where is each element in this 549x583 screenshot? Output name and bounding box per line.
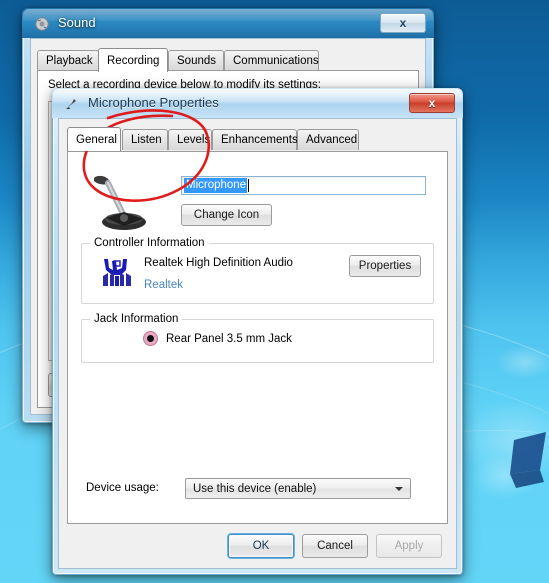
button-label: Apply <box>394 540 424 552</box>
jack-label: Rear Panel 3.5 mm Jack <box>166 332 292 345</box>
sound-tabstrip: Playback Recording Sounds Communications <box>37 48 425 72</box>
cancel-button[interactable]: Cancel <box>302 534 368 558</box>
tab-label: Sounds <box>177 55 217 67</box>
tab-recording[interactable]: Recording <box>98 48 168 72</box>
device-name-input[interactable]: Microphone <box>181 176 426 195</box>
controller-properties-button[interactable]: Properties <box>349 255 421 277</box>
tab-label: Listen <box>131 134 162 146</box>
tab-listen[interactable]: Listen <box>122 129 168 150</box>
controller-group-title: Controller Information <box>90 237 209 249</box>
ok-button[interactable]: OK <box>228 534 294 558</box>
tab-label: Enhancements <box>221 134 298 146</box>
jack-information-group: Jack Information Rear Panel 3.5 mm Jack <box>81 313 434 363</box>
tab-general[interactable]: General <box>67 127 121 151</box>
chevron-down-icon <box>395 487 403 491</box>
microphone-icon <box>66 99 76 109</box>
controller-name: Realtek High Definition Audio <box>144 257 293 269</box>
microphone-properties-dialog[interactable]: Microphone Properties x General Listen L… <box>52 88 463 575</box>
mic-dialog-frame: Microphone Properties x General Listen L… <box>52 88 463 575</box>
tab-playback[interactable]: Playback <box>37 50 99 71</box>
speaker-icon <box>35 17 49 31</box>
tab-communications[interactable]: Communications <box>224 50 319 71</box>
wallpaper-glow <box>495 345 549 379</box>
tab-levels[interactable]: Levels <box>168 129 212 150</box>
mic-tabstrip: General Listen Levels Enhancements Advan… <box>67 127 456 151</box>
close-icon: x <box>399 16 407 30</box>
mic-dialog-close-button[interactable]: x <box>409 93 455 113</box>
mic-dialog-client: General Listen Levels Enhancements Advan… <box>58 118 457 569</box>
sound-window-title: Sound <box>58 15 96 30</box>
mic-dialog-title: Microphone Properties <box>88 95 219 110</box>
device-usage-select[interactable]: Use this device (enable) <box>185 478 411 499</box>
wallpaper-glow <box>470 455 540 499</box>
button-label: Properties <box>358 260 412 272</box>
button-label: OK <box>252 540 270 552</box>
button-label: Change Icon <box>193 209 260 221</box>
realtek-logo-icon <box>103 259 131 286</box>
windows-flag-icon <box>510 432 546 488</box>
jack-row: Rear Panel 3.5 mm Jack <box>144 332 292 345</box>
device-usage-value: Use this device (enable) <box>193 482 317 495</box>
button-label: Cancel <box>317 540 353 552</box>
text-caret <box>248 179 250 192</box>
jack-group-title: Jack Information <box>90 313 183 325</box>
tab-label: Communications <box>233 55 319 67</box>
device-name-value: Microphone <box>184 177 248 194</box>
tab-enhancements[interactable]: Enhancements <box>212 129 298 150</box>
tab-advanced[interactable]: Advanced <box>297 129 359 150</box>
microphone-product-icon <box>94 175 146 230</box>
apply-button: Apply <box>376 534 442 558</box>
tab-label: Recording <box>107 54 160 67</box>
tab-label: Levels <box>177 134 211 146</box>
sound-window-close-button[interactable]: x <box>380 13 426 33</box>
close-icon: x <box>428 96 436 110</box>
jack-color-indicator-icon <box>144 332 157 345</box>
mic-dialog-titlebar[interactable]: Microphone Properties x <box>52 88 463 118</box>
sound-window-titlebar[interactable]: Sound x <box>22 8 434 38</box>
general-tab-page: Microphone Change Icon Controller Inform… <box>67 151 448 524</box>
device-usage-label: Device usage: <box>86 482 159 494</box>
tab-label: General <box>76 133 117 146</box>
tab-sounds[interactable]: Sounds <box>168 50 224 71</box>
wallpaper-glow <box>455 400 549 480</box>
tab-label: Playback <box>46 55 93 67</box>
change-icon-button[interactable]: Change Icon <box>181 204 272 226</box>
controller-vendor: Realtek <box>144 279 183 291</box>
tab-label: Advanced <box>306 134 358 146</box>
controller-information-group: Controller Information Realtek High Defi… <box>81 237 434 304</box>
mic-dialog-footer: OK Cancel Apply <box>59 524 442 568</box>
